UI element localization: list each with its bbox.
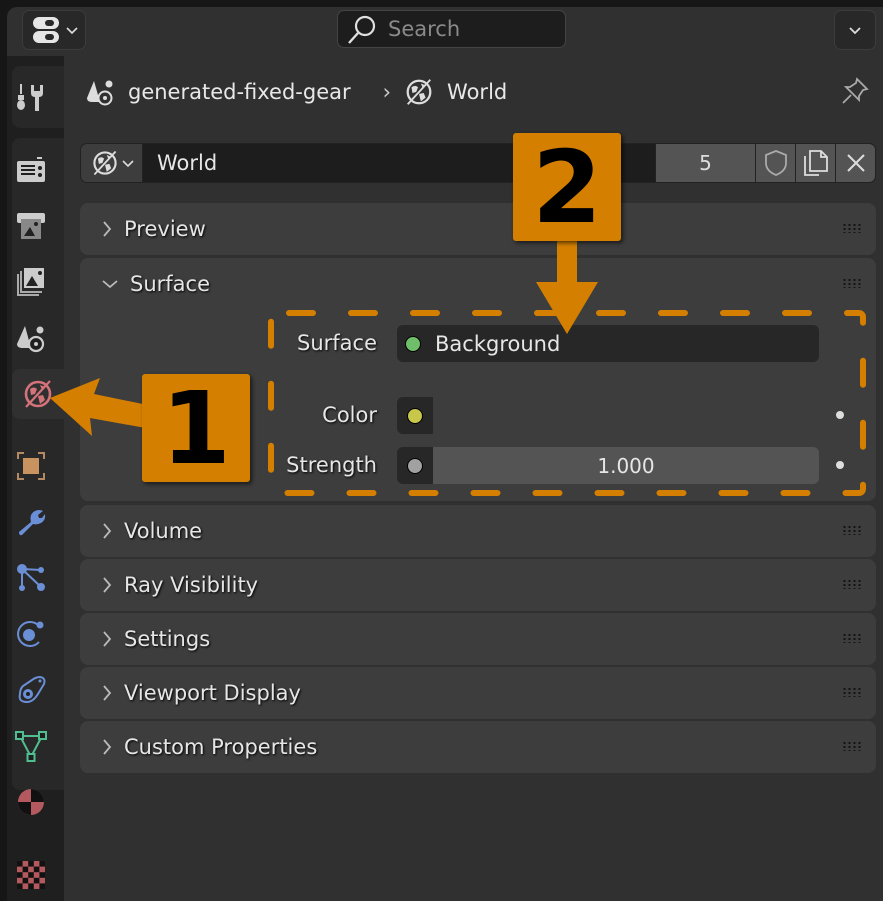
output-icon	[17, 213, 45, 239]
breadcrumb-separator: ›	[382, 80, 392, 104]
tab-texture[interactable]	[6, 850, 56, 900]
search-input[interactable]: Search	[337, 10, 566, 48]
panel-header[interactable]: Custom Properties	[80, 721, 876, 773]
panel-title: Surface	[130, 272, 211, 296]
breadcrumb-scene: generated-fixed-gear	[128, 80, 351, 104]
drag-handle-icon[interactable]	[842, 579, 862, 589]
panel-header[interactable]: Viewport Display	[80, 667, 876, 719]
duplicate-icon	[803, 150, 828, 176]
duplicate-button[interactable]	[795, 144, 835, 182]
panel-header[interactable]: Settings	[80, 613, 876, 665]
tab-view-layer[interactable]	[6, 257, 56, 307]
annotation-marker-1: 1	[142, 370, 250, 487]
panel-viewport-display: Viewport Display	[80, 667, 876, 719]
panel-title: Settings	[124, 627, 211, 651]
search-placeholder: Search	[388, 17, 461, 41]
world-icon	[406, 79, 432, 105]
breadcrumb-world: World	[447, 80, 508, 104]
panel-header[interactable]: Ray Visibility	[80, 559, 876, 611]
pin-icon	[842, 77, 869, 104]
shield-icon	[764, 150, 787, 176]
chevron-down-icon	[65, 27, 78, 35]
editor-type-button[interactable]	[22, 10, 86, 50]
panel-title: Custom Properties	[124, 735, 318, 759]
tab-data[interactable]	[6, 721, 56, 771]
panel-ray-visibility: Ray Visibility	[80, 559, 876, 611]
properties-editor-icon	[32, 17, 59, 43]
pin-button[interactable]	[840, 76, 870, 110]
tab-particles[interactable]	[6, 553, 56, 603]
chevron-down-icon	[121, 160, 134, 168]
panel-settings: Settings	[80, 613, 876, 665]
mesh-data-icon	[15, 731, 47, 762]
highlight-dashed-box	[268, 310, 866, 496]
tab-material[interactable]	[6, 777, 56, 827]
tab-constraints[interactable]	[6, 665, 56, 715]
breadcrumb: generated-fixed-gear › World	[84, 72, 507, 112]
material-icon	[18, 789, 44, 815]
view-layer-icon	[17, 268, 44, 296]
fake-user-button[interactable]	[755, 144, 795, 182]
tab-physics[interactable]	[6, 609, 56, 659]
chevron-right-icon	[103, 523, 112, 539]
panel-title: Volume	[124, 519, 203, 543]
object-icon	[17, 452, 45, 480]
particles-icon	[17, 564, 45, 591]
arrow-2-icon	[536, 236, 598, 334]
panel-volume: Volume	[80, 505, 876, 557]
chevron-right-icon	[103, 221, 112, 237]
physics-icon	[17, 621, 44, 647]
close-icon	[846, 154, 865, 172]
chevron-right-icon	[103, 685, 112, 701]
panel-preview: Preview	[80, 203, 876, 255]
options-dropdown-button[interactable]	[834, 10, 876, 50]
chevron-right-icon	[103, 577, 112, 593]
panel-custom-properties: Custom Properties	[80, 721, 876, 773]
panel-title: Viewport Display	[124, 681, 301, 705]
search-icon	[348, 15, 376, 44]
chevron-down-icon	[849, 27, 861, 35]
scene-icon	[17, 326, 45, 353]
world-icon	[92, 150, 117, 176]
texture-icon	[17, 861, 45, 889]
tab-object[interactable]	[6, 441, 56, 491]
tab-scene[interactable]	[6, 313, 56, 363]
annotation-marker-2: 2	[513, 129, 621, 246]
chevron-right-icon	[103, 631, 112, 647]
drag-handle-icon[interactable]	[842, 687, 862, 697]
tab-modifiers[interactable]	[6, 497, 56, 547]
chevron-down-icon	[102, 280, 118, 289]
drag-handle-icon[interactable]	[842, 633, 862, 643]
browse-world-button[interactable]	[81, 144, 143, 182]
drag-handle-icon[interactable]	[842, 223, 862, 233]
tab-render[interactable]	[6, 145, 56, 195]
constraints-icon	[18, 675, 46, 704]
tab-output[interactable]	[6, 201, 56, 251]
scene-icon	[87, 80, 113, 106]
tab-tool[interactable]	[6, 72, 56, 122]
drag-handle-icon[interactable]	[842, 741, 862, 751]
panel-title: Preview	[124, 217, 206, 241]
drag-handle-icon[interactable]	[842, 278, 862, 288]
world-datablock-selector: World 5	[80, 143, 876, 183]
panel-header[interactable]: Volume	[80, 505, 876, 557]
panel-header[interactable]: Preview	[80, 203, 876, 255]
chevron-right-icon	[103, 739, 112, 755]
wrench-icon	[19, 510, 46, 536]
render-icon	[17, 157, 45, 182]
drag-handle-icon[interactable]	[842, 525, 862, 535]
user-count-button[interactable]: 5	[655, 144, 755, 182]
unlink-button[interactable]	[835, 144, 875, 182]
tool-icon	[17, 84, 43, 111]
panel-header[interactable]: Surface	[80, 258, 876, 310]
panel-title: Ray Visibility	[124, 573, 259, 597]
